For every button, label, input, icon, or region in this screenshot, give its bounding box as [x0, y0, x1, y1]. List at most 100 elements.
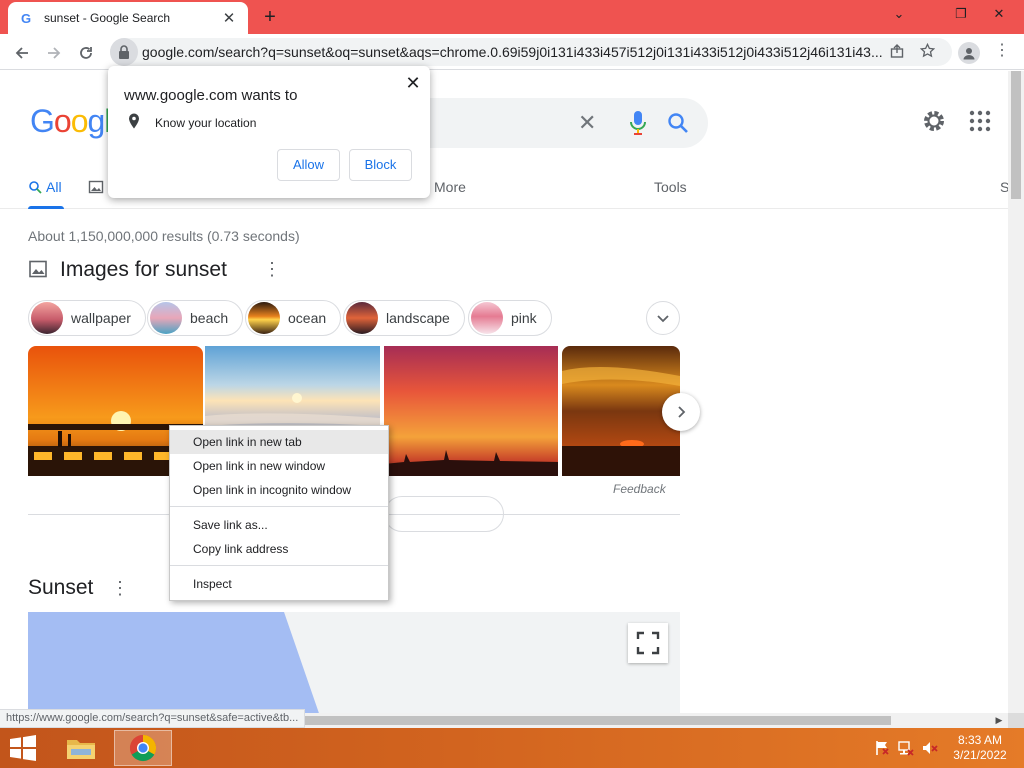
- chip-beach[interactable]: beach: [147, 300, 244, 336]
- images-section-title[interactable]: Images for sunset: [60, 258, 227, 282]
- volume-muted-icon[interactable]: [922, 740, 938, 756]
- more-options-icon[interactable]: ⋮: [263, 259, 281, 280]
- windows-taskbar: 8:33 AM 3/21/2022: [0, 728, 1024, 768]
- link-status-bubble: https://www.google.com/search?q=sunset&s…: [0, 709, 306, 728]
- file-explorer-taskbar-button[interactable]: [52, 730, 110, 766]
- logo-letter: o: [53, 103, 72, 139]
- result-stats: About 1,150,000,000 results (0.73 second…: [28, 228, 300, 244]
- folder-icon: [67, 740, 95, 759]
- tab-all-label: All: [46, 179, 62, 195]
- logo-letter: G: [30, 103, 55, 139]
- system-clock[interactable]: 8:33 AM 3/21/2022: [948, 733, 1012, 763]
- fullscreen-icon: [636, 631, 660, 655]
- minimize-button[interactable]: ⌄: [884, 4, 914, 24]
- view-all-button[interactable]: [384, 496, 504, 532]
- link-context-menu: Open link in new tab Open link in new wi…: [169, 425, 389, 601]
- clear-search-icon[interactable]: ✕: [578, 110, 596, 136]
- share-icon[interactable]: [882, 43, 912, 61]
- browser-toolbar: google.com/search?q=sunset&oq=sunset&aqs…: [0, 34, 1024, 70]
- chevron-down-icon: [657, 315, 669, 323]
- scroll-right-arrow-icon[interactable]: ▶: [992, 713, 1006, 728]
- site-info-button[interactable]: [110, 38, 138, 66]
- vertical-scrollbar[interactable]: [1008, 71, 1024, 713]
- block-button[interactable]: Block: [349, 149, 412, 181]
- action-center-flag-icon[interactable]: [874, 740, 890, 756]
- location-pin-icon: [129, 113, 139, 129]
- logo-letter: o: [70, 103, 89, 139]
- menu-item-open-incognito[interactable]: Open link in incognito window: [170, 478, 388, 502]
- chip-pink[interactable]: pink: [468, 300, 552, 336]
- active-tab-indicator: [28, 206, 64, 209]
- allow-button[interactable]: Allow: [277, 149, 340, 181]
- tab-more[interactable]: More: [434, 179, 466, 195]
- chip-thumbnail: [150, 302, 182, 334]
- chrome-taskbar-button[interactable]: [114, 730, 172, 766]
- tab-title: sunset - Google Search: [44, 11, 171, 25]
- google-favicon-icon: G: [20, 10, 32, 26]
- menu-item-inspect[interactable]: Inspect: [170, 572, 388, 596]
- close-dialog-icon[interactable]: ✕: [404, 73, 422, 94]
- menu-item-copy-link[interactable]: Copy link address: [170, 537, 388, 561]
- clock-time: 8:33 AM: [957, 733, 1003, 747]
- more-options-icon[interactable]: ⋮: [111, 578, 129, 599]
- menu-separator: [170, 565, 388, 566]
- knowledge-section-title: Sunset: [28, 576, 94, 599]
- reload-icon: [80, 47, 92, 60]
- tab-tools[interactable]: Tools: [654, 179, 687, 195]
- restore-button[interactable]: ❐: [946, 4, 976, 24]
- forward-arrow-icon: [48, 47, 61, 59]
- forward-button[interactable]: [40, 38, 68, 66]
- profile-avatar-icon[interactable]: [958, 42, 980, 64]
- browser-tab-strip: G sunset - Google Search ✕ + ⌄ ❐ ✕: [0, 0, 1024, 34]
- google-apps-icon[interactable]: [968, 109, 992, 133]
- chip-label: wallpaper: [71, 310, 131, 326]
- tab-close-icon[interactable]: ✕: [220, 9, 238, 27]
- expand-chips-button[interactable]: [646, 301, 680, 335]
- search-small-icon: [29, 181, 42, 194]
- back-button[interactable]: [8, 38, 36, 66]
- reload-button[interactable]: [72, 38, 100, 66]
- chip-wallpaper[interactable]: wallpaper: [28, 300, 146, 336]
- menu-item-save-link[interactable]: Save link as...: [170, 513, 388, 537]
- chip-thumbnail: [31, 302, 63, 334]
- permission-title: www.google.com wants to: [124, 87, 298, 104]
- network-icon[interactable]: [898, 740, 914, 756]
- bookmark-star-icon[interactable]: [912, 42, 942, 61]
- search-icon[interactable]: [666, 111, 690, 135]
- chip-thumbnail: [471, 302, 503, 334]
- menu-item-open-new-tab[interactable]: Open link in new tab: [170, 430, 388, 454]
- chip-thumbnail: [346, 302, 378, 334]
- illustration-panel[interactable]: [28, 612, 680, 713]
- url-text: google.com/search?q=sunset&oq=sunset&aqs…: [142, 44, 882, 60]
- menu-item-open-new-window[interactable]: Open link in new window: [170, 454, 388, 478]
- new-tab-button[interactable]: +: [258, 5, 282, 29]
- image-result[interactable]: [384, 346, 558, 476]
- next-images-button[interactable]: [662, 393, 700, 431]
- menu-separator: [170, 506, 388, 507]
- tab-images-icon[interactable]: [88, 179, 104, 195]
- images-section-icon: [29, 260, 47, 278]
- address-bar[interactable]: google.com/search?q=sunset&oq=sunset&aqs…: [110, 38, 952, 66]
- browser-tab[interactable]: G sunset - Google Search ✕: [8, 2, 248, 34]
- fullscreen-button[interactable]: [628, 623, 668, 663]
- chip-label: beach: [190, 310, 229, 326]
- clock-date: 3/21/2022: [953, 748, 1007, 762]
- windows-start-icon[interactable]: [8, 734, 38, 762]
- settings-gear-icon[interactable]: [920, 107, 948, 135]
- tab-all[interactable]: All: [28, 179, 62, 195]
- vertical-scroll-thumb[interactable]: [1011, 71, 1021, 199]
- chip-label: ocean: [288, 310, 327, 326]
- chip-ocean[interactable]: ocean: [245, 300, 342, 336]
- google-logo[interactable]: Googl: [30, 103, 111, 140]
- microphone-icon[interactable]: [628, 110, 648, 136]
- tab-cut-off[interactable]: S: [1000, 179, 1008, 195]
- location-permission-dialog: www.google.com wants to ✕ Know your loca…: [108, 66, 430, 198]
- chrome-icon: [129, 734, 157, 762]
- chip-thumbnail: [248, 302, 280, 334]
- close-window-button[interactable]: ✕: [984, 4, 1014, 24]
- logo-letter: g: [87, 103, 105, 139]
- chip-landscape[interactable]: landscape: [343, 300, 465, 336]
- feedback-link[interactable]: Feedback: [613, 482, 666, 496]
- browser-menu-icon[interactable]: ⋮: [992, 40, 1012, 60]
- scrollbar-corner: [1008, 713, 1024, 728]
